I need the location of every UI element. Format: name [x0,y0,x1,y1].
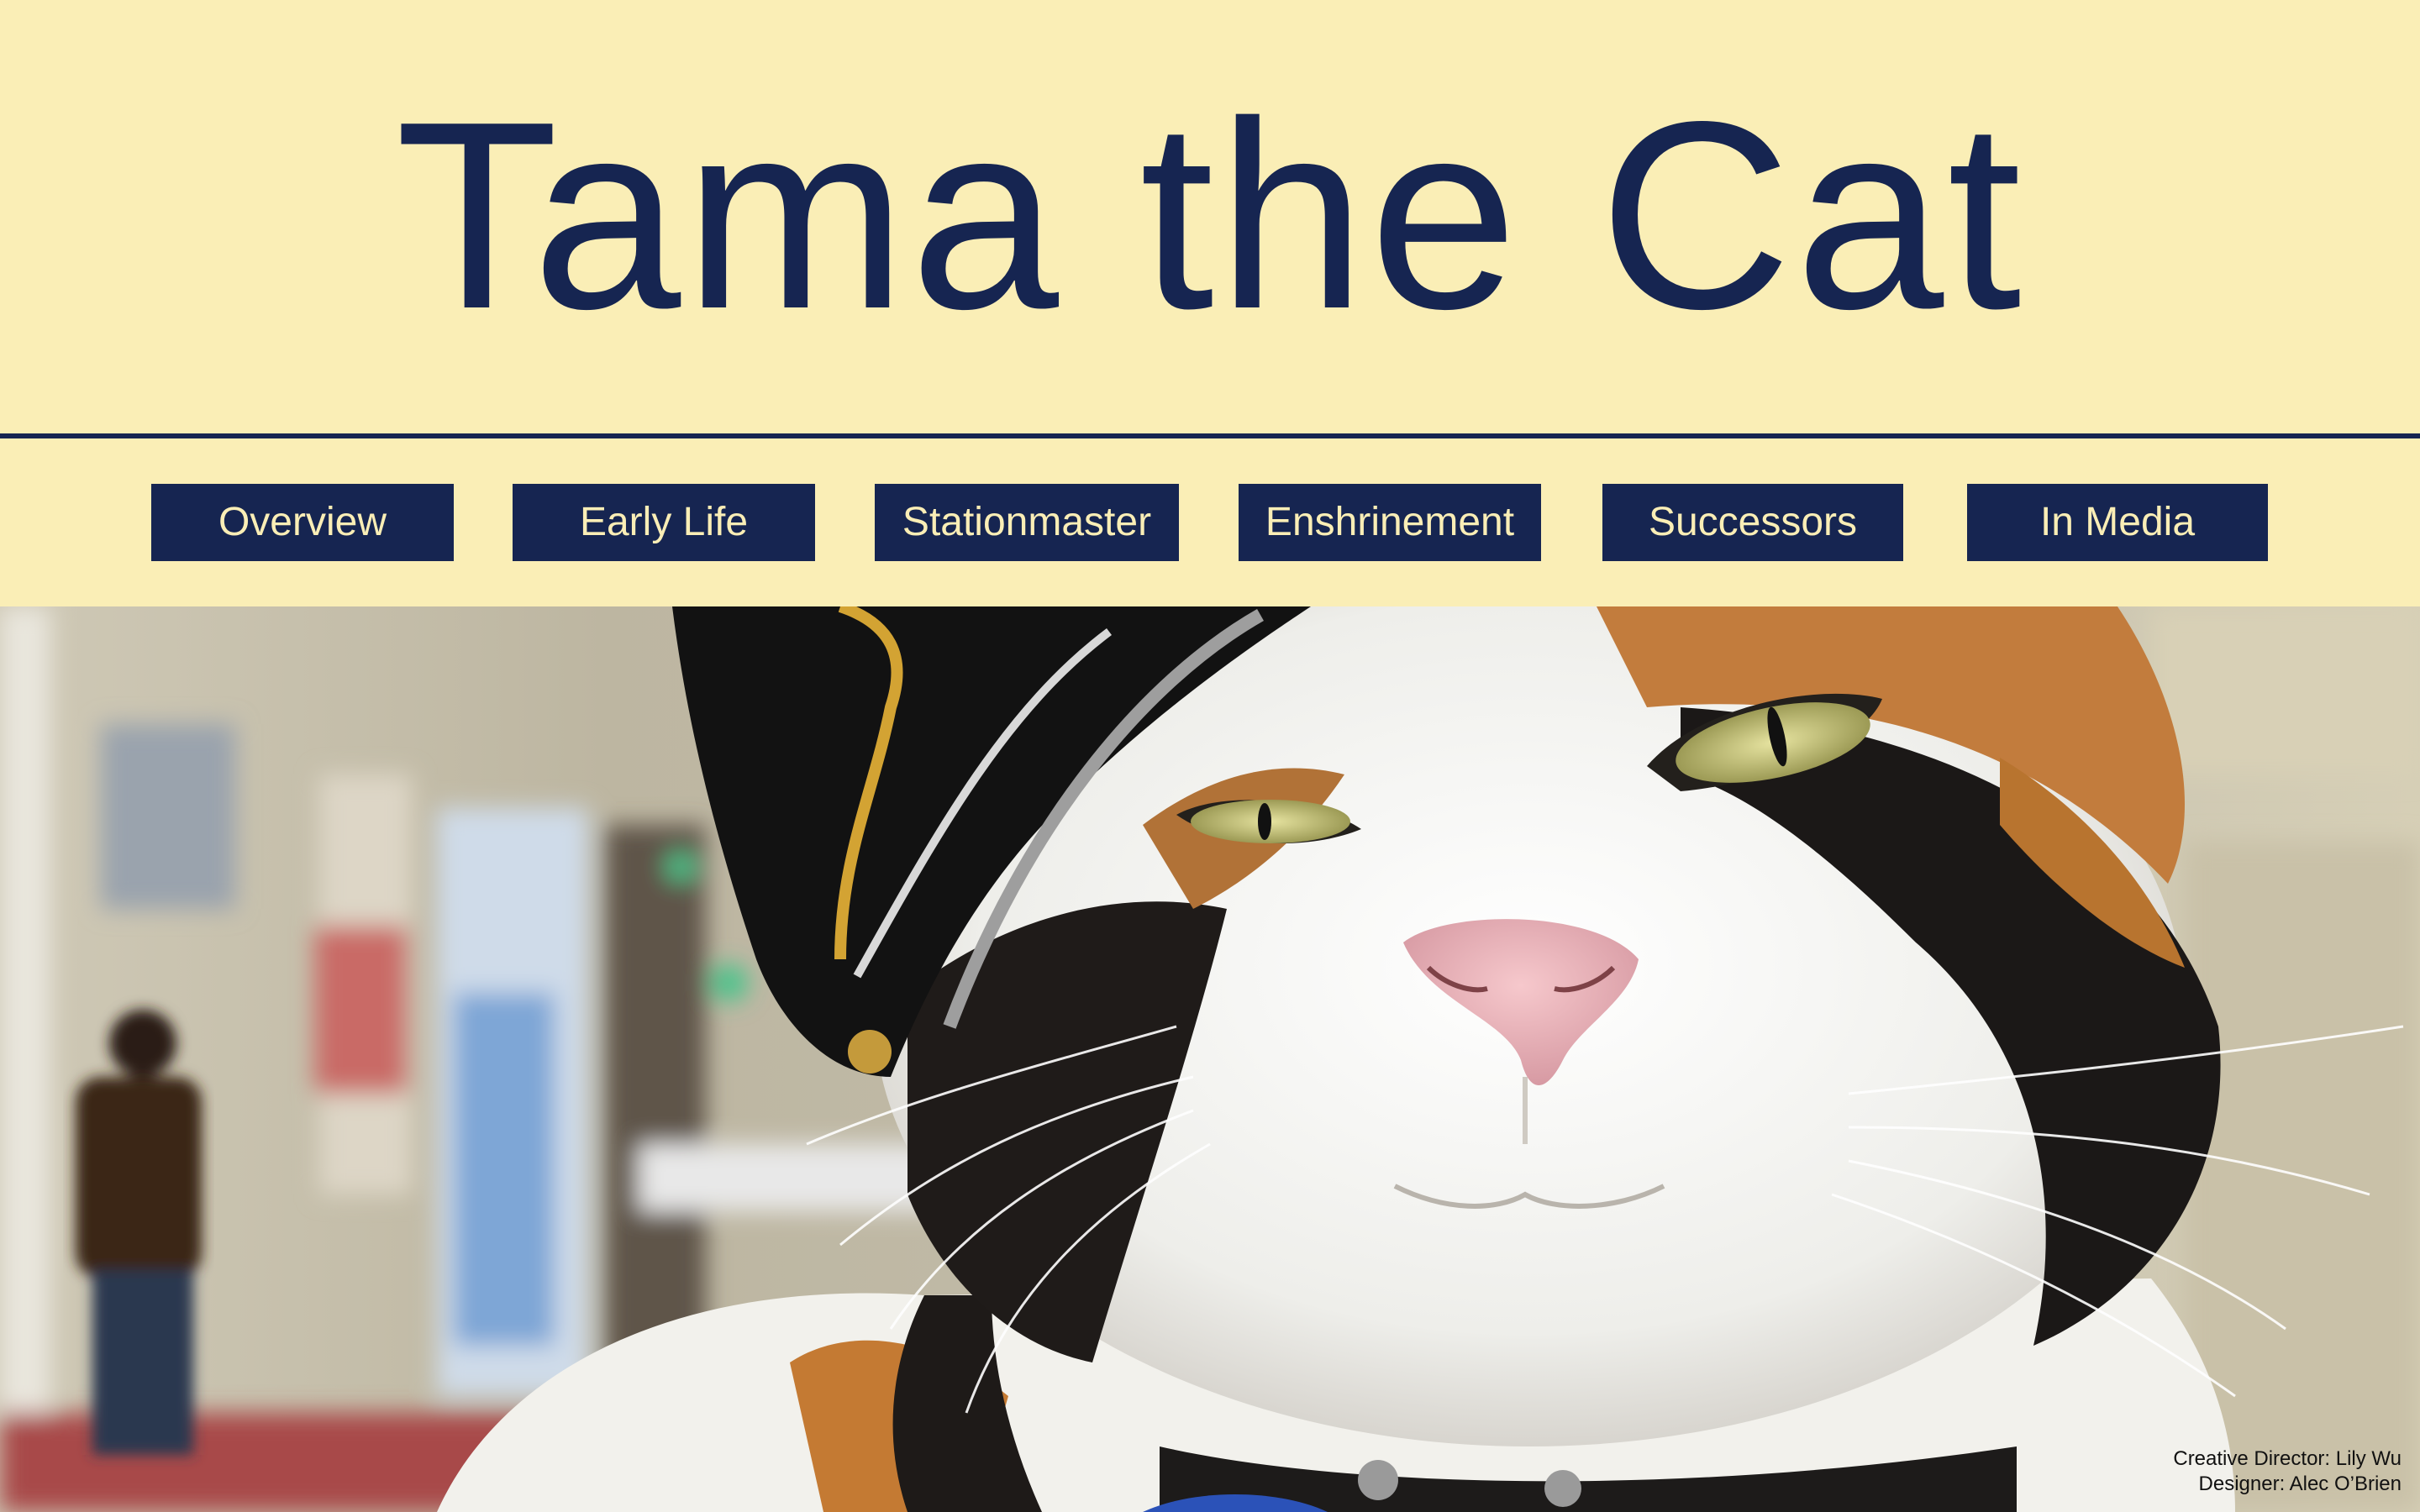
site-title: Tama the Cat [395,66,2025,365]
nav-early-life-button[interactable]: Early Life [513,484,815,561]
nav-overview-button[interactable]: Overview [151,484,454,561]
nav-stationmaster-button[interactable]: Stationmaster [875,484,1179,561]
credit-designer: Designer: Alec O’Brien [2198,1473,2402,1495]
cat-photo-illustration [0,606,2420,1512]
page: Tama the Cat Overview Early Life Station… [0,0,2420,1512]
main-nav: Overview Early Life Stationmaster Enshri… [0,438,2420,606]
nav-in-media-button[interactable]: In Media [1967,484,2268,561]
credit-creative-director: Creative Director: Lily Wu [2173,1447,2402,1470]
nav-enshrinement-button[interactable]: Enshrinement [1239,484,1541,561]
nav-successors-button[interactable]: Successors [1602,484,1903,561]
credits: Creative Director: Lily Wu Designer: Ale… [2173,1446,2402,1497]
site-header: Tama the Cat [0,0,2420,435]
hero-photo: Creative Director: Lily Wu Designer: Ale… [0,606,2420,1512]
